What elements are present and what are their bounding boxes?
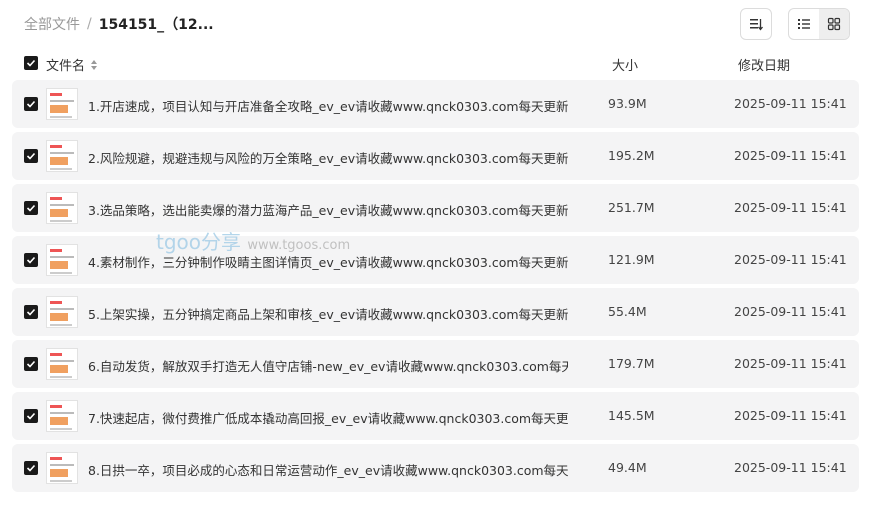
file-date: 2025-09-11 15:41 (734, 304, 847, 319)
row-checkbox[interactable] (24, 253, 38, 267)
column-header: 文件名 大小 修改日期 (0, 52, 874, 76)
file-name[interactable]: 3.选品策略，选出能卖爆的潜力蓝海产品_ev_ev请收藏www.qnck0303… (88, 200, 568, 219)
file-date: 2025-09-11 15:41 (734, 408, 847, 423)
checkmark-icon (26, 464, 36, 472)
file-name[interactable]: 6.自动发货，解放双手打造无人值守店铺-new_ev_ev请收藏www.qnck… (88, 356, 568, 375)
select-all-checkbox[interactable] (24, 56, 38, 70)
file-size: 195.2M (608, 148, 655, 163)
checkmark-icon (26, 204, 36, 212)
file-thumbnail-icon (46, 140, 78, 172)
checkmark-icon (26, 256, 36, 264)
list-view-button[interactable] (789, 9, 819, 39)
file-date: 2025-09-11 15:41 (734, 148, 847, 163)
view-toggle-group (788, 8, 850, 40)
file-date: 2025-09-11 15:41 (734, 96, 847, 111)
file-thumbnail-icon (46, 452, 78, 484)
breadcrumb-current-folder: 154151_（12... (98, 17, 214, 33)
file-size: 179.7M (608, 356, 655, 371)
file-row[interactable]: 1.开店速成，项目认知与开店准备全攻略_ev_ev请收藏www.qnck0303… (12, 80, 859, 128)
file-thumbnail-icon (46, 296, 78, 328)
file-thumbnail-icon (46, 348, 78, 380)
file-name[interactable]: 1.开店速成，项目认知与开店准备全攻略_ev_ev请收藏www.qnck0303… (88, 96, 568, 115)
checkmark-icon (26, 59, 36, 67)
sort-toggle-icon (91, 59, 98, 70)
checkmark-icon (26, 360, 36, 368)
list-view-icon (798, 19, 810, 29)
file-size: 49.4M (608, 460, 647, 475)
row-checkbox[interactable] (24, 357, 38, 371)
file-thumbnail-icon (46, 192, 78, 224)
top-bar: 全部文件 / 154151_（12... (0, 0, 874, 48)
file-thumbnail-icon (46, 400, 78, 432)
sort-icon (750, 19, 763, 31)
file-name[interactable]: 8.日拱一卒，项目必成的心态和日常运营动作_ev_ev请收藏www.qnck03… (88, 460, 568, 479)
file-row[interactable]: 2.风险规避，规避违规与风险的万全策略_ev_ev请收藏www.qnck0303… (12, 132, 859, 180)
file-size: 55.4M (608, 304, 647, 319)
checkmark-icon (26, 152, 36, 160)
row-checkbox[interactable] (24, 149, 38, 163)
grid-view-icon (827, 17, 841, 31)
file-size: 145.5M (608, 408, 655, 423)
file-row[interactable]: 7.快速起店，微付费推广低成本撬动高回报_ev_ev请收藏www.qnck030… (12, 392, 859, 440)
file-name[interactable]: 5.上架实操，五分钟搞定商品上架和审核_ev_ev请收藏www.qnck0303… (88, 304, 568, 323)
file-name[interactable]: 4.素材制作，三分钟制作吸睛主图详情页_ev_ev请收藏www.qnck0303… (88, 252, 568, 271)
row-checkbox[interactable] (24, 305, 38, 319)
file-size: 251.7M (608, 200, 655, 215)
size-column-header[interactable]: 大小 (612, 55, 638, 74)
file-date: 2025-09-11 15:41 (734, 460, 847, 475)
row-checkbox[interactable] (24, 97, 38, 111)
date-column-header[interactable]: 修改日期 (738, 55, 790, 74)
file-row[interactable]: 4.素材制作，三分钟制作吸睛主图详情页_ev_ev请收藏www.qnck0303… (12, 236, 859, 284)
file-size: 121.9M (608, 252, 655, 267)
row-checkbox[interactable] (24, 201, 38, 215)
file-list: 1.开店速成，项目认知与开店准备全攻略_ev_ev请收藏www.qnck0303… (12, 80, 859, 496)
file-name[interactable]: 7.快速起店，微付费推广低成本撬动高回报_ev_ev请收藏www.qnck030… (88, 408, 568, 427)
sort-button[interactable] (740, 8, 772, 40)
name-column-label: 文件名 (46, 59, 86, 74)
file-row[interactable]: 3.选品策略，选出能卖爆的潜力蓝海产品_ev_ev请收藏www.qnck0303… (12, 184, 859, 232)
row-checkbox[interactable] (24, 409, 38, 423)
file-thumbnail-icon (46, 88, 78, 120)
file-name[interactable]: 2.风险规避，规避违规与风险的万全策略_ev_ev请收藏www.qnck0303… (88, 148, 568, 167)
breadcrumb-separator: / (87, 16, 92, 32)
grid-view-button[interactable] (819, 9, 849, 39)
name-column-header[interactable]: 文件名 (46, 55, 99, 74)
file-row[interactable]: 8.日拱一卒，项目必成的心态和日常运营动作_ev_ev请收藏www.qnck03… (12, 444, 859, 492)
file-thumbnail-icon (46, 244, 78, 276)
checkmark-icon (26, 412, 36, 420)
breadcrumb-root-link[interactable]: 全部文件 (24, 14, 80, 34)
row-checkbox[interactable] (24, 461, 38, 475)
file-date: 2025-09-11 15:41 (734, 356, 847, 371)
file-row[interactable]: 6.自动发货，解放双手打造无人值守店铺-new_ev_ev请收藏www.qnck… (12, 340, 859, 388)
breadcrumb: 全部文件 / 154151_（12... (24, 14, 214, 34)
file-size: 93.9M (608, 96, 647, 111)
file-date: 2025-09-11 15:41 (734, 200, 847, 215)
file-date: 2025-09-11 15:41 (734, 252, 847, 267)
checkmark-icon (26, 100, 36, 108)
file-row[interactable]: 5.上架实操，五分钟搞定商品上架和审核_ev_ev请收藏www.qnck0303… (12, 288, 859, 336)
checkmark-icon (26, 308, 36, 316)
